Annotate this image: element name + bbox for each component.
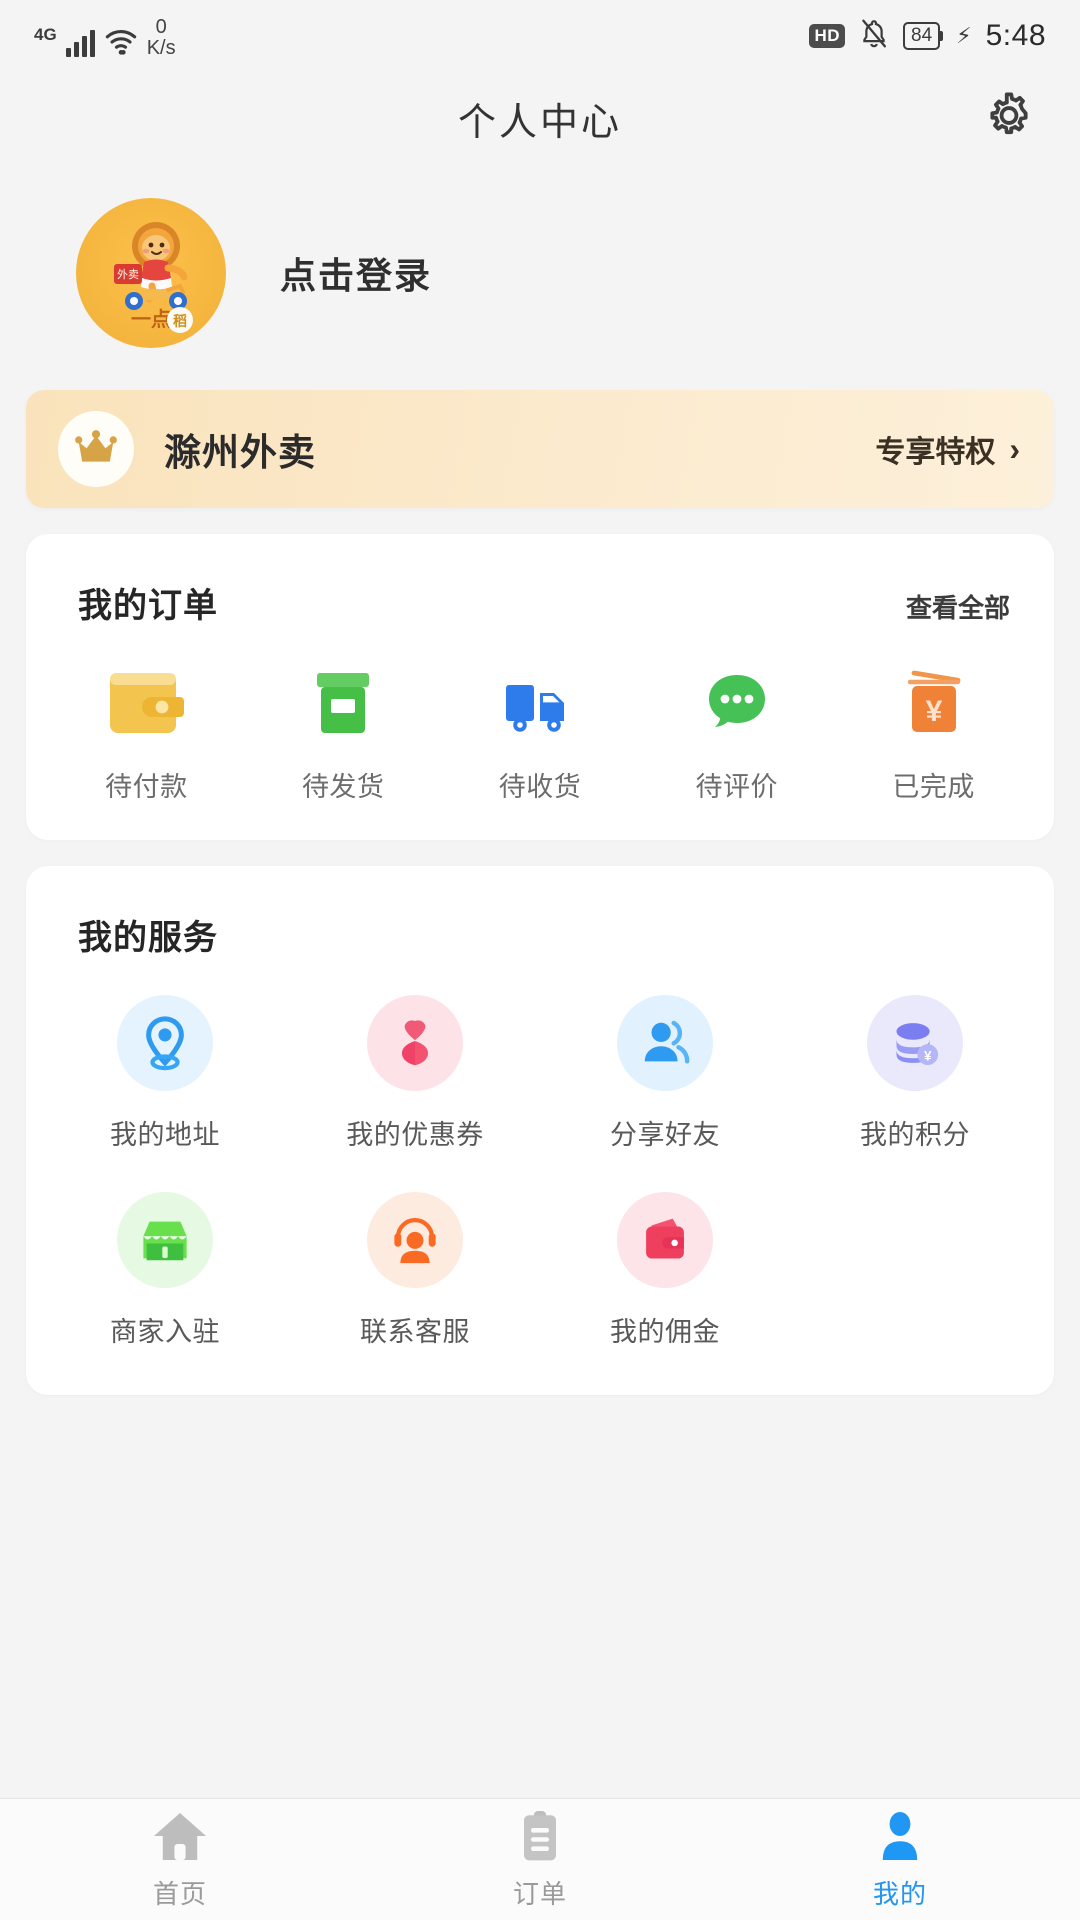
share-friends-icon-wrap <box>617 995 713 1091</box>
page-title: 个人中心 <box>457 101 622 144</box>
profile-row[interactable]: 外卖 一点 稻 点击登录 <box>0 164 1080 358</box>
service-label: 联系客服 <box>360 1317 470 1347</box>
vip-name-label: 滁州外卖 <box>164 432 316 473</box>
status-bar: 4G 0 K/s HD 84 ⚡ 5:48 <box>0 0 1080 72</box>
clipboard-orders-icon <box>524 1811 556 1861</box>
svg-text:一点: 一点 <box>131 308 171 331</box>
network-speed-unit: K/s <box>146 37 176 59</box>
coupon-heart-icon <box>401 1020 429 1066</box>
lion-scooter-avatar: 外卖 一点 稻 <box>114 222 193 333</box>
svg-text:¥: ¥ <box>924 1048 932 1063</box>
coins-yuan-icon: ¥ <box>896 1023 939 1065</box>
order-status-completed[interactable]: ¥ 已完成 <box>835 667 1032 804</box>
crown-icon <box>58 411 134 487</box>
avatar[interactable]: 外卖 一点 稻 <box>76 198 226 348</box>
vip-privilege-label: 专享特权 <box>875 436 996 469</box>
home-icon <box>154 1813 206 1860</box>
clock-label: 5:48 <box>985 19 1046 52</box>
services-title: 我的服务 <box>78 919 218 957</box>
service-share-friends[interactable]: 分享好友 <box>540 995 790 1152</box>
service-my-coupons[interactable]: 我的优惠券 <box>290 995 540 1152</box>
service-label: 分享好友 <box>610 1120 720 1150</box>
service-label: 我的地址 <box>110 1120 220 1150</box>
order-status-label: 待发货 <box>301 772 385 802</box>
person-icon <box>882 1812 918 1860</box>
battery-icon: 84 <box>903 22 941 50</box>
storefront-icon-wrap <box>117 1192 213 1288</box>
service-label: 商家入驻 <box>110 1317 220 1347</box>
headset-support-icon <box>394 1218 436 1264</box>
coupon-heart-icon-wrap <box>367 995 463 1091</box>
orders-card: 我的订单 查看全部 待付款 待发货 待收货 待评价 ¥ 已完成 <box>26 534 1054 840</box>
vip-privilege-link[interactable]: 专享特权 › <box>875 427 1020 471</box>
wallet-icon <box>110 673 185 733</box>
chevron-right-icon: › <box>1009 430 1020 467</box>
bolt-icon: ⚡ <box>956 23 972 48</box>
tab-home[interactable]: 首页 <box>0 1799 360 1920</box>
share-friends-icon <box>644 1020 690 1064</box>
tab-label: 我的 <box>872 1879 927 1909</box>
orders-view-all-button[interactable]: 查看全部 <box>906 588 1010 625</box>
package-box-icon <box>317 673 370 733</box>
tab-label: 订单 <box>512 1879 567 1909</box>
commission-wallet-icon <box>646 1218 684 1259</box>
service-merchant-join[interactable]: 商家入驻 <box>40 1192 290 1349</box>
signal-bars-icon <box>65 27 95 57</box>
vip-banner[interactable]: 滁州外卖 专享特权 › <box>26 390 1054 508</box>
receipt-yuan-icon: ¥ <box>907 670 960 732</box>
storefront-icon <box>143 1221 187 1261</box>
status-bar-left: 4G 0 K/s <box>34 15 176 59</box>
services-grid: 我的地址 我的优惠券 分享好友 ¥ 我的积分 商家入驻 联系客服 我的佣金 <box>26 959 1054 1395</box>
orders-card-header: 我的订单 查看全部 <box>26 534 1054 627</box>
headset-support-icon-wrap <box>367 1192 463 1288</box>
service-my-points[interactable]: ¥ 我的积分 <box>790 995 1040 1152</box>
hd-icon: HD <box>809 24 846 48</box>
services-card-header: 我的服务 <box>26 866 1054 959</box>
order-status-pending-payment[interactable]: 待付款 <box>48 667 245 804</box>
svg-text:¥: ¥ <box>925 695 942 728</box>
status-bar-right: HD 84 ⚡ 5:48 <box>809 18 1046 55</box>
service-contact-support[interactable]: 联系客服 <box>290 1192 540 1349</box>
network-type-label: 4G <box>34 25 57 44</box>
order-status-pending-receipt[interactable]: 待收货 <box>442 667 639 804</box>
location-pin-icon <box>146 1016 184 1071</box>
service-my-commission[interactable]: 我的佣金 <box>540 1192 790 1349</box>
order-status-pending-shipment[interactable]: 待发货 <box>245 667 442 804</box>
delivery-truck-icon <box>505 685 564 732</box>
service-label: 我的佣金 <box>610 1317 720 1347</box>
network-speed-value: 0 <box>155 16 167 38</box>
login-button[interactable]: 点击登录 <box>280 247 432 299</box>
coins-yuan-icon-wrap: ¥ <box>867 995 963 1091</box>
chat-bubble-icon <box>708 675 765 727</box>
order-status-pending-review[interactable]: 待评价 <box>638 667 835 804</box>
order-status-label: 待收货 <box>498 772 582 802</box>
tab-label: 首页 <box>152 1879 207 1909</box>
wifi-icon <box>104 27 138 57</box>
services-card: 我的服务 我的地址 我的优惠券 分享好友 ¥ 我的积分 商家入驻 联系客服 我的… <box>26 866 1054 1395</box>
order-status-label: 已完成 <box>892 772 975 802</box>
tab-orders[interactable]: 订单 <box>360 1799 720 1920</box>
svg-text:稻: 稻 <box>173 313 187 329</box>
gear-icon[interactable] <box>982 89 1036 148</box>
commission-wallet-icon-wrap <box>617 1192 713 1288</box>
orders-title: 我的订单 <box>78 587 218 625</box>
bell-muted-icon <box>859 18 889 55</box>
location-pin-icon-wrap <box>117 995 213 1091</box>
page-header: 个人中心 <box>0 72 1080 164</box>
service-label: 我的优惠券 <box>346 1120 484 1150</box>
svg-text:外卖: 外卖 <box>117 268 139 281</box>
network-speed: 0 K/s <box>147 17 176 59</box>
service-label: 我的积分 <box>860 1120 970 1150</box>
service-my-address[interactable]: 我的地址 <box>40 995 290 1152</box>
order-status-label: 待付款 <box>105 772 188 802</box>
bottom-tab-bar: 首页 订单 我的 <box>0 1798 1080 1920</box>
order-status-label: 待评价 <box>695 772 779 802</box>
tab-mine[interactable]: 我的 <box>720 1799 1080 1920</box>
orders-status-grid: 待付款 待发货 待收货 待评价 ¥ 已完成 <box>26 627 1054 840</box>
